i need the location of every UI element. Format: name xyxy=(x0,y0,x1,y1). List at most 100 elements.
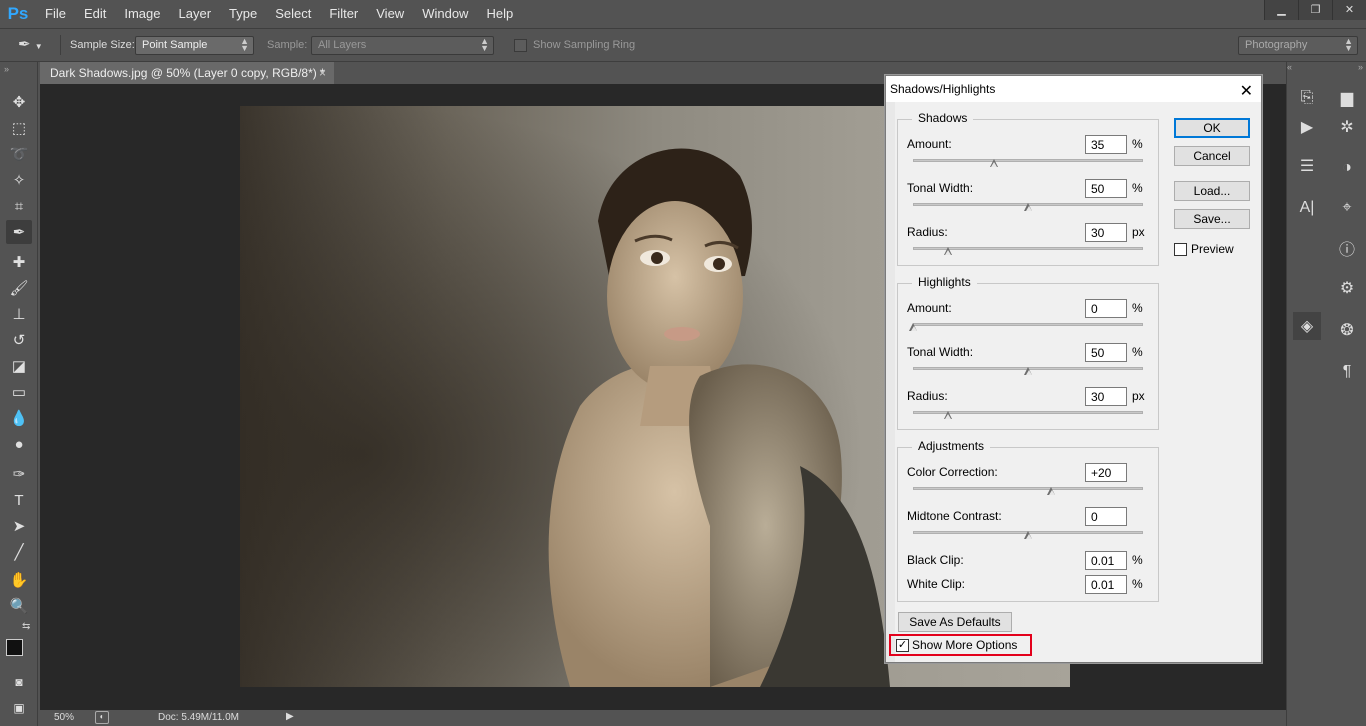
healing-brush-icon[interactable]: ✚ xyxy=(6,250,32,274)
quick-mask-icon[interactable]: ◙ xyxy=(6,670,32,694)
preview-checkbox[interactable] xyxy=(1174,243,1187,256)
foreground-color-swatch[interactable] xyxy=(6,639,23,656)
channels-panel-icon[interactable]: ❂ xyxy=(1333,316,1361,344)
dialog-titlebar[interactable]: Shadows/Highlights ✕ xyxy=(886,76,1261,102)
menu-type[interactable]: Type xyxy=(220,0,266,28)
shadows-amount-input[interactable]: 35 xyxy=(1085,135,1127,154)
show-more-options-label[interactable]: Show More Options xyxy=(912,638,1017,652)
navigator-panel-icon[interactable]: ✲ xyxy=(1333,113,1361,141)
menu-help[interactable]: Help xyxy=(477,0,522,28)
magic-wand-icon[interactable]: ✧ xyxy=(6,168,32,192)
shadows-radius-input[interactable]: 30 xyxy=(1085,223,1127,242)
eyedropper-tool-icon[interactable]: ✒ xyxy=(6,220,32,244)
midtone-contrast-input[interactable]: 0 xyxy=(1085,507,1127,526)
properties-panel-icon[interactable]: ⚙ xyxy=(1333,274,1361,302)
history-panel-icon[interactable]: ⎘ xyxy=(1293,84,1321,112)
highlights-radius-input[interactable]: 30 xyxy=(1085,387,1127,406)
minimize-button[interactable]: ▁ xyxy=(1264,0,1298,20)
status-info-icon[interactable]: ◐ xyxy=(95,711,109,724)
eraser-tool-icon[interactable]: ◪ xyxy=(6,354,32,378)
move-tool-icon[interactable]: ✥ xyxy=(6,90,32,114)
dodge-tool-icon[interactable]: ● xyxy=(6,432,32,456)
preview-label[interactable]: Preview xyxy=(1191,242,1234,256)
info-panel-icon[interactable]: ⓘ xyxy=(1333,234,1361,262)
highlights-amount-input[interactable]: 0 xyxy=(1085,299,1127,318)
restore-button[interactable]: ❐ xyxy=(1298,0,1332,20)
path-selection-icon[interactable]: ➤ xyxy=(6,514,32,538)
expand-icon[interactable]: » xyxy=(1327,62,1366,72)
shadows-amount-thumb-icon[interactable] xyxy=(989,159,999,168)
workspace-select[interactable]: Photography ▲ ▼ xyxy=(1238,36,1358,55)
highlights-tonal-input[interactable]: 50 xyxy=(1085,343,1127,362)
color-correction-slider[interactable] xyxy=(913,487,1143,490)
screen-mode-icon[interactable]: ▣ xyxy=(6,696,32,720)
color-correction-input[interactable]: +20 xyxy=(1085,463,1127,482)
show-more-options-checkbox[interactable]: ✓ xyxy=(896,639,909,652)
midtone-contrast-thumb-icon[interactable] xyxy=(1024,531,1033,540)
clone-stamp-icon[interactable]: ⊥ xyxy=(6,302,32,326)
collapse-icon[interactable]: » xyxy=(4,64,9,74)
highlights-radius-thumb-icon[interactable] xyxy=(943,411,953,420)
layers-panel-icon[interactable]: ◈ xyxy=(1293,312,1321,340)
marquee-tool-icon[interactable]: ⬚ xyxy=(6,116,32,140)
menu-image[interactable]: Image xyxy=(115,0,169,28)
highlights-amount-slider[interactable] xyxy=(913,323,1143,326)
actions-panel-icon[interactable]: ▶ xyxy=(1293,113,1321,141)
tool-presets-icon[interactable]: ☰ xyxy=(1293,152,1321,180)
adjustments-panel-icon[interactable]: ◑ xyxy=(1333,154,1361,182)
type-tool-icon[interactable]: T xyxy=(6,488,32,512)
pen-tool-icon[interactable]: ✑ xyxy=(6,462,32,486)
paragraph-panel-icon[interactable]: ¶ xyxy=(1333,358,1361,386)
menu-filter[interactable]: Filter xyxy=(320,0,367,28)
sample-select[interactable]: All Layers ▲ ▼ xyxy=(311,36,494,55)
brush-tool-icon[interactable]: 🖌 xyxy=(6,276,32,300)
menu-edit[interactable]: Edit xyxy=(75,0,115,28)
load-button[interactable]: Load... xyxy=(1174,181,1250,201)
lasso-tool-icon[interactable]: ➰ xyxy=(6,142,32,166)
menu-layer[interactable]: Layer xyxy=(170,0,221,28)
close-tab-icon[interactable]: × xyxy=(319,62,326,84)
hand-tool-icon[interactable]: ✋ xyxy=(6,568,32,592)
highlights-tonal-thumb-icon[interactable] xyxy=(1024,367,1033,376)
shadows-radius-thumb-icon[interactable] xyxy=(943,247,953,256)
save-button[interactable]: Save... xyxy=(1174,209,1250,229)
close-button[interactable]: ✕ xyxy=(1332,0,1366,20)
zoom-level[interactable]: 50% xyxy=(54,712,74,723)
eyedropper-icon[interactable]: ✒ ▼ xyxy=(18,35,56,55)
character-panel-icon[interactable]: A| xyxy=(1293,194,1321,222)
sampling-ring-checkbox[interactable] xyxy=(514,39,527,52)
status-menu-arrow-icon[interactable]: ▶ xyxy=(286,711,294,722)
dialog-title: Shadows/Highlights xyxy=(890,82,996,96)
shadows-tonal-label: Tonal Width: xyxy=(907,181,974,195)
zoom-tool-icon[interactable]: 🔍 xyxy=(6,594,32,618)
histogram-panel-icon[interactable]: ▆ xyxy=(1333,84,1361,112)
document-tab[interactable]: Dark Shadows.jpg @ 50% (Layer 0 copy, RG… xyxy=(40,62,334,84)
save-as-defaults-button[interactable]: Save As Defaults xyxy=(898,612,1012,632)
menu-window[interactable]: Window xyxy=(413,0,477,28)
shadows-tonal-thumb-icon[interactable] xyxy=(1024,203,1033,212)
white-clip-input[interactable]: 0.01 xyxy=(1085,575,1127,594)
blur-tool-icon[interactable]: 💧 xyxy=(6,406,32,430)
crop-tool-icon[interactable]: ⌗ xyxy=(6,194,32,218)
shadows-amount-slider[interactable] xyxy=(913,159,1143,162)
collapse-icon[interactable]: « xyxy=(1287,62,1327,72)
color-correction-thumb-icon[interactable] xyxy=(1047,487,1056,496)
shadows-tonal-input[interactable]: 50 xyxy=(1085,179,1127,198)
options-bar: ✒ ▼ Sample Size: Point Sample ▲ ▼ Sample:… xyxy=(0,28,1366,62)
highlights-amount-thumb-icon[interactable] xyxy=(909,323,918,332)
highlights-radius-label: Radius: xyxy=(907,389,948,403)
swap-colors-icon[interactable]: ⇆ xyxy=(22,621,30,632)
menu-select[interactable]: Select xyxy=(266,0,320,28)
menu-file[interactable]: File xyxy=(36,0,75,28)
menu-view[interactable]: View xyxy=(367,0,413,28)
dialog-scrollbar[interactable] xyxy=(886,102,895,662)
paths-panel-icon[interactable]: ⌖ xyxy=(1333,194,1361,222)
dialog-close-icon[interactable]: ✕ xyxy=(1240,79,1253,105)
gradient-tool-icon[interactable]: ▭ xyxy=(6,380,32,404)
history-brush-icon[interactable]: ↺ xyxy=(6,328,32,352)
ok-button[interactable]: OK xyxy=(1174,118,1250,138)
cancel-button[interactable]: Cancel xyxy=(1174,146,1250,166)
sample-size-select[interactable]: Point Sample ▲ ▼ xyxy=(135,36,254,55)
line-tool-icon[interactable]: ╱ xyxy=(6,540,32,564)
black-clip-input[interactable]: 0.01 xyxy=(1085,551,1127,570)
